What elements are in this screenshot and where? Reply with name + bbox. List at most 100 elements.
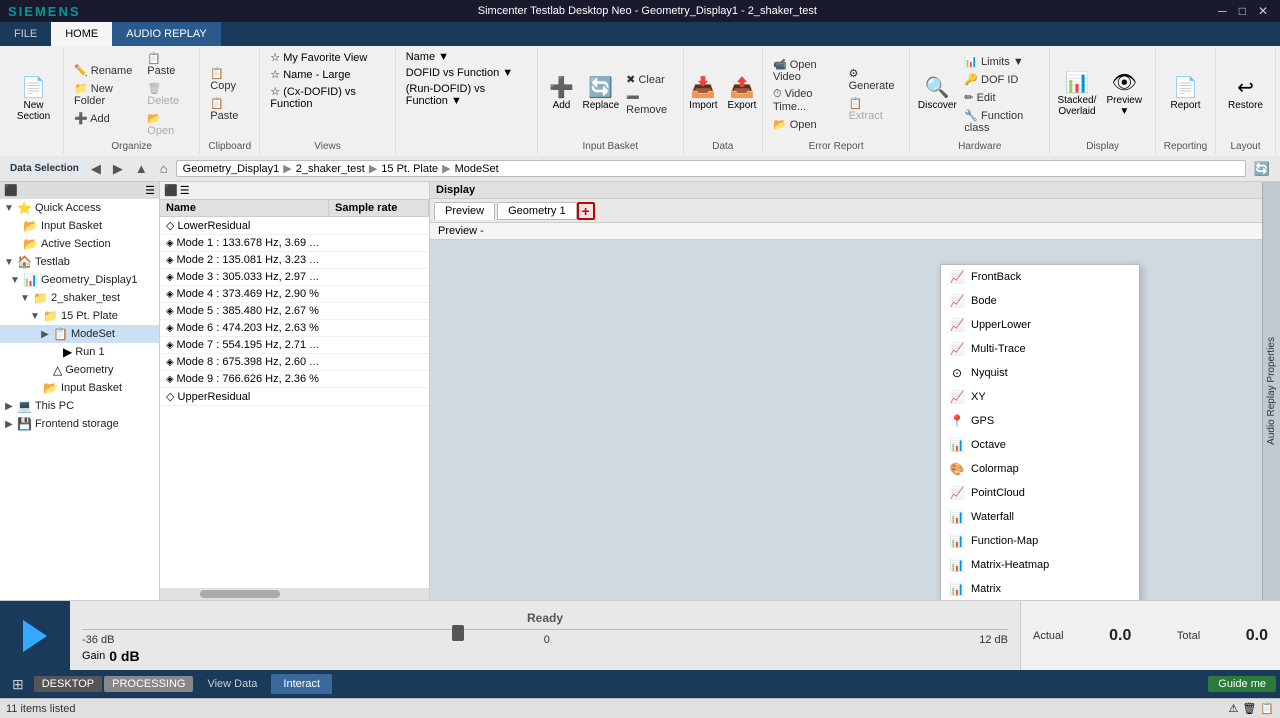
guide-me-btn[interactable]: Guide me <box>1208 676 1276 692</box>
generate-btn[interactable]: ⚙ Generate <box>845 65 904 94</box>
rename-btn[interactable]: ✏️ Rename <box>70 62 141 79</box>
name-select[interactable]: Name ▼ <box>402 50 453 64</box>
add-btn[interactable]: ➕ Add <box>70 110 141 127</box>
dofid-vs-function-select[interactable]: DOFID vs Function ▼ <box>402 66 517 80</box>
open-btn[interactable]: 📂 Open <box>143 110 193 139</box>
timeline-track[interactable] <box>82 629 1008 630</box>
open-video-btn[interactable]: 📹 Open Video <box>769 56 843 85</box>
restore-btn[interactable]: ↩ Restore <box>1224 76 1267 113</box>
tree-quick-access[interactable]: ▼ ⭐ Quick Access <box>0 199 159 217</box>
clear-btn[interactable]: ✖ Clear <box>622 71 677 88</box>
stacked-btn[interactable]: 📊 Stacked/Overlaid <box>1056 71 1097 119</box>
paste-btn[interactable]: 📋 Paste <box>206 95 253 124</box>
forward-btn[interactable]: ▶ <box>109 159 127 179</box>
close-btn[interactable]: ✕ <box>1254 4 1272 18</box>
menu-gps[interactable]: 📍 GPS <box>941 409 1139 433</box>
tab-file[interactable]: FILE <box>0 22 51 46</box>
tree-input-basket[interactable]: 📂 Input Basket <box>0 217 159 235</box>
add-tab-btn[interactable]: + <box>577 202 595 220</box>
copy-btn[interactable]: 📋 Copy <box>206 65 253 94</box>
address-path[interactable]: Geometry_Display1 ▶ 2_shaker_test ▶ 15 P… <box>176 160 1246 177</box>
tree-modeset[interactable]: ▶ 📋 ModeSet <box>0 325 159 343</box>
tab-interact[interactable]: Interact <box>271 674 332 694</box>
processing-btn[interactable]: PROCESSING <box>104 676 193 692</box>
apps-icon[interactable]: ⊞ <box>4 676 32 693</box>
play-button[interactable] <box>0 601 70 670</box>
timeline-thumb[interactable] <box>452 625 464 641</box>
view-name-large[interactable]: ☆ Name - Large <box>266 67 354 82</box>
menu-multitrace[interactable]: 📈 Multi-Trace <box>941 337 1139 361</box>
row-mode-1[interactable]: ◈ Mode 1 : 133.678 Hz, 3.69 % AMPS <box>160 235 429 252</box>
maximize-btn[interactable]: □ <box>1235 4 1250 18</box>
tree-15pt-plate[interactable]: ▼ 📁 15 Pt. Plate <box>0 307 159 325</box>
menu-matrix-heatmap[interactable]: 📊 Matrix-Heatmap <box>941 553 1139 577</box>
menu-bode[interactable]: 📈 Bode <box>941 289 1139 313</box>
tab-preview[interactable]: Preview <box>434 202 495 220</box>
row-mode-5[interactable]: ◈ Mode 5 : 385.480 Hz, 2.67 % <box>160 303 429 320</box>
menu-upperlower[interactable]: 📈 UpperLower <box>941 313 1139 337</box>
tree-2-shaker[interactable]: ▼ 📁 2_shaker_test <box>0 289 159 307</box>
menu-octave[interactable]: 📊 Octave <box>941 433 1139 457</box>
tab-geometry1[interactable]: Geometry 1 <box>497 202 576 220</box>
input-basket-add-btn[interactable]: ➕ Add <box>543 76 579 113</box>
title-bar-controls[interactable]: ─ □ ✕ <box>1214 4 1272 18</box>
function-class-btn[interactable]: 🔧 Function class <box>960 107 1043 136</box>
horizontal-scrollbar[interactable] <box>160 588 429 600</box>
row-upper-residual[interactable]: ◇ UpperResidual <box>160 388 429 406</box>
tree-geometry-display[interactable]: ▼ 📊 Geometry_Display1 <box>0 271 159 289</box>
tree-geometry[interactable]: △ Geometry <box>0 361 159 379</box>
menu-colormap[interactable]: 🎨 Colormap <box>941 457 1139 481</box>
remove-btn[interactable]: ➖ Remove <box>622 89 677 118</box>
row-mode-6[interactable]: ◈ Mode 6 : 474.203 Hz, 2.63 % <box>160 320 429 337</box>
row-mode-7[interactable]: ◈ Mode 7 : 554.195 Hz, 2.71 % AMPS <box>160 337 429 354</box>
home-btn[interactable]: ⌂ <box>156 159 172 178</box>
tree-this-pc[interactable]: ▶ 💻 This PC <box>0 397 159 415</box>
minimize-btn[interactable]: ─ <box>1214 4 1231 18</box>
open-err-btn[interactable]: 📂 Open <box>769 116 843 133</box>
refresh-btn[interactable]: 🔄 <box>1250 159 1274 179</box>
back-btn[interactable]: ◀ <box>87 159 105 179</box>
tree-testlab[interactable]: ▼ 🏠 Testlab <box>0 253 159 271</box>
limits-btn[interactable]: 📊 Limits ▼ <box>960 53 1043 70</box>
row-lower-residual[interactable]: ◇ LowerResidual <box>160 217 429 235</box>
tree-active-section[interactable]: 📂 Active Section <box>0 235 159 253</box>
video-time-btn[interactable]: ⏱ Video Time... <box>769 86 843 115</box>
row-mode-8[interactable]: ◈ Mode 8 : 675.398 Hz, 2.60 % AMPS <box>160 354 429 371</box>
export-btn[interactable]: 📤 Export <box>724 76 761 113</box>
input-basket-replace-btn[interactable]: 🔄 Replace <box>581 76 620 113</box>
new-section-btn[interactable]: 📄 NewSection <box>13 76 54 124</box>
row-mode-3[interactable]: ◈ Mode 3 : 305.033 Hz, 2.97 % AMPS <box>160 269 429 286</box>
menu-frontback[interactable]: 📈 FrontBack <box>941 265 1139 289</box>
edit-btn[interactable]: ✏ Edit <box>960 89 1043 106</box>
preview-btn[interactable]: 👁 Preview ▼ <box>1100 71 1149 119</box>
view-toggle-1[interactable]: ⬛ <box>164 184 178 197</box>
tree-run1[interactable]: ▶ Run 1 <box>0 343 159 361</box>
import-btn[interactable]: 📥 Import <box>685 76 721 113</box>
scrollbar-thumb[interactable] <box>200 590 280 598</box>
tab-audio-replay[interactable]: AUDIO REPLAY <box>112 22 221 46</box>
menu-matrix[interactable]: 📊 Matrix <box>941 577 1139 600</box>
run-dofid-select[interactable]: (Run-DOFID) vs Function ▼ <box>402 82 531 108</box>
menu-xy[interactable]: 📈 XY <box>941 385 1139 409</box>
delete-btn[interactable]: 🗑 Delete <box>143 80 193 109</box>
view-cx-dofid[interactable]: ☆ (Cx-DOFID) vs Function <box>266 84 388 111</box>
tab-home[interactable]: HOME <box>51 22 112 46</box>
new-folder-btn[interactable]: 📁 New Folder <box>70 80 141 109</box>
tree-frontend-storage[interactable]: ▶ 💾 Frontend storage <box>0 415 159 433</box>
view-favorite[interactable]: ☆ My Favorite View <box>266 50 371 65</box>
tree-input-basket2[interactable]: 📂 Input Basket <box>0 379 159 397</box>
dofid-btn[interactable]: 🔑 DOF ID <box>960 71 1043 88</box>
menu-function-map[interactable]: 📊 Function-Map <box>941 529 1139 553</box>
discover-btn[interactable]: 🔍 Discover <box>916 76 958 113</box>
row-mode-4[interactable]: ◈ Mode 4 : 373.469 Hz, 2.90 % <box>160 286 429 303</box>
report-btn[interactable]: 📄 Report <box>1166 76 1204 113</box>
extract-btn[interactable]: 📋 Extract <box>845 95 904 124</box>
menu-waterfall[interactable]: 📊 Waterfall <box>941 505 1139 529</box>
desktop-btn[interactable]: DESKTOP <box>34 676 102 692</box>
view-toggle-2[interactable]: ☰ <box>180 184 190 197</box>
menu-pointcloud[interactable]: 📈 PointCloud <box>941 481 1139 505</box>
row-mode-2[interactable]: ◈ Mode 2 : 135.081 Hz, 3.23 % AMPS <box>160 252 429 269</box>
menu-nyquist[interactable]: ⊙ Nyquist <box>941 361 1139 385</box>
tab-view-data[interactable]: View Data <box>195 674 269 694</box>
paste-organize-btn[interactable]: 📋 Paste <box>143 50 193 79</box>
